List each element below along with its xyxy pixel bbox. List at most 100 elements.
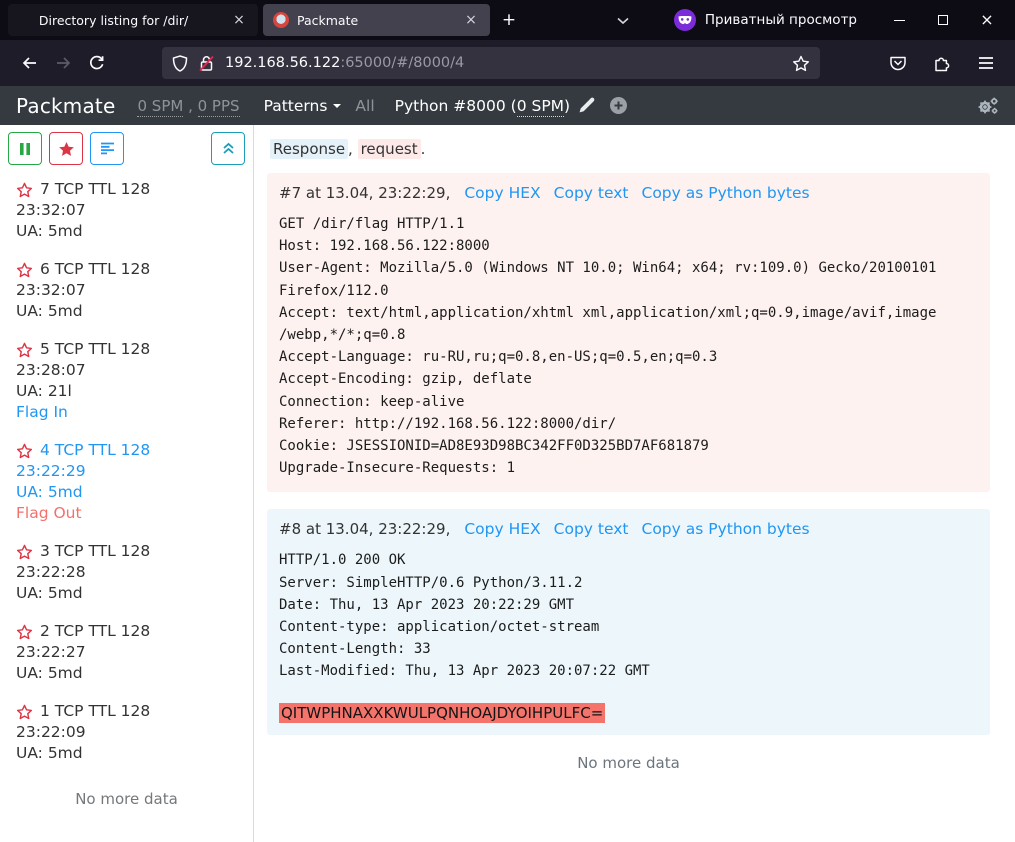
packet-time: 23:32:07: [16, 280, 247, 301]
copy-text-link[interactable]: Copy text: [554, 184, 629, 202]
back-button[interactable]: [12, 47, 46, 79]
stream-detail-panel: Response, request. #7 at 13.04, 23:22:29…: [254, 125, 1015, 842]
packet-list-item[interactable]: 7 TCP TTL 128 23:32:07 UA: 5md: [0, 171, 253, 251]
packet-ua: UA: 5md: [16, 663, 247, 684]
service-label: Python #8000 (0 SPM): [395, 97, 570, 115]
copy-hex-link[interactable]: Copy HEX: [464, 184, 540, 202]
browser-tab-bar: Directory listing for /dir/ × Packmate ×…: [0, 0, 1015, 40]
star-outline-icon[interactable]: [16, 624, 33, 640]
packet-list-item[interactable]: 1 TCP TTL 128 23:22:09 UA: 5md: [0, 693, 253, 773]
bookmark-star-icon[interactable]: [792, 55, 810, 72]
edit-service-pencil-icon[interactable]: [578, 97, 595, 114]
packet-block-response: #8 at 13.04, 23:22:29, Copy HEX Copy tex…: [267, 509, 990, 734]
all-services-link[interactable]: All: [355, 97, 374, 115]
copy-text-link[interactable]: Copy text: [554, 520, 629, 538]
pocket-icon[interactable]: [881, 47, 915, 79]
menu-hamburger-icon[interactable]: [969, 47, 1003, 79]
star-icon: [58, 141, 75, 157]
tab-close-icon[interactable]: ×: [230, 12, 248, 28]
flag-out-link[interactable]: Flag Out: [16, 503, 247, 524]
packet-ua: UA: 21l: [16, 381, 247, 402]
sidebar-toolbar: [0, 132, 253, 171]
flag-in-link[interactable]: Flag In: [16, 402, 247, 423]
packet-title: 6 TCP TTL 128: [40, 259, 150, 280]
list-icon: [100, 142, 115, 155]
url-bar[interactable]: 192.168.56.122:65000/#/8000/4: [162, 47, 820, 79]
tracking-protection-shield-icon[interactable]: [172, 55, 188, 72]
url-host: 192.168.56.122: [225, 55, 340, 71]
extensions-puzzle-icon[interactable]: [925, 47, 959, 79]
packet-title: 5 TCP TTL 128: [40, 339, 150, 360]
packet-time: 23:22:27: [16, 642, 247, 663]
pause-capture-button[interactable]: [8, 132, 42, 165]
packet-time: 23:22:29: [16, 461, 247, 482]
traffic-stats: 0 SPM , 0 PPS: [137, 97, 239, 115]
collapse-all-button[interactable]: [211, 132, 245, 165]
browser-nav-bar: 192.168.56.122:65000/#/8000/4: [0, 40, 1015, 86]
star-outline-icon[interactable]: [16, 443, 33, 459]
packmate-header: Packmate 0 SPM , 0 PPS Patterns All Pyth…: [0, 86, 1015, 125]
packet-number-timestamp: #7 at 13.04, 23:22:29,: [279, 184, 450, 202]
packet-title: 4 TCP TTL 128: [40, 440, 150, 461]
list-view-button[interactable]: [90, 132, 124, 165]
packet-list-item-selected[interactable]: 4 TCP TTL 128 23:22:29 UA: 5md Flag Out: [0, 432, 253, 533]
private-mask-icon: [674, 9, 696, 31]
star-outline-icon[interactable]: [16, 342, 33, 358]
packet-time: 23:22:09: [16, 722, 247, 743]
packet-title: 2 TCP TTL 128: [40, 621, 150, 642]
packet-time: 23:32:07: [16, 200, 247, 221]
star-outline-icon[interactable]: [16, 544, 33, 560]
list-all-tabs-chevron-down-icon[interactable]: [616, 16, 630, 25]
copy-python-bytes-link[interactable]: Copy as Python bytes: [642, 520, 810, 538]
packet-time: 23:28:07: [16, 360, 247, 381]
packet-title: 7 TCP TTL 128: [40, 179, 150, 200]
packet-number-timestamp: #8 at 13.04, 23:22:29,: [279, 520, 450, 538]
new-tab-button[interactable]: +: [494, 5, 524, 35]
packet-list-item[interactable]: 5 TCP TTL 128 23:28:07 UA: 21l Flag In: [0, 331, 253, 432]
tab-close-icon[interactable]: ×: [462, 12, 480, 28]
packet-ua: UA: 5md: [16, 583, 247, 604]
packet-list-item[interactable]: 2 TCP TTL 128 23:22:27 UA: 5md: [0, 613, 253, 693]
copy-python-bytes-link[interactable]: Copy as Python bytes: [642, 184, 810, 202]
insecure-lock-icon[interactable]: [198, 55, 215, 72]
packet-time: 23:22:28: [16, 562, 247, 583]
tab-directory-listing[interactable]: Directory listing for /dir/ ×: [8, 4, 258, 36]
window-maximize-button[interactable]: [921, 4, 965, 36]
forward-button[interactable]: [46, 47, 80, 79]
flag-match-line: QITWPHNAXXKWULPQNHOAJDYOIHPULFC=: [279, 704, 978, 722]
tab-title: Directory listing for /dir/: [39, 13, 188, 28]
packet-list-item[interactable]: 3 TCP TTL 128 23:22:28 UA: 5md: [0, 533, 253, 613]
packet-block-request: #7 at 13.04, 23:22:29, Copy HEX Copy tex…: [267, 173, 990, 492]
url-path: :65000/#/8000/4: [340, 55, 464, 71]
settings-gears-icon[interactable]: [977, 97, 999, 115]
star-outline-icon[interactable]: [16, 182, 33, 198]
packet-ua: UA: 5md: [16, 743, 247, 764]
star-outline-icon[interactable]: [16, 704, 33, 720]
add-service-plus-circle-icon[interactable]: [609, 96, 628, 115]
patterns-dropdown[interactable]: Patterns: [264, 97, 342, 115]
window-close-button[interactable]: ×: [965, 4, 1009, 36]
main-no-more-data: No more data: [267, 754, 990, 772]
flag-match-highlight: QITWPHNAXXKWULPQNHOAJDYOIHPULFC=: [279, 703, 605, 723]
tab-packmate[interactable]: Packmate ×: [263, 4, 490, 36]
star-outline-icon[interactable]: [16, 262, 33, 278]
reload-button[interactable]: [80, 47, 114, 79]
packet-sidebar: 7 TCP TTL 128 23:32:07 UA: 5md 6 TCP TTL…: [0, 125, 254, 842]
legend-response-chip: Response: [270, 139, 348, 159]
service-python-8000[interactable]: Python #8000 (0 SPM): [395, 97, 595, 115]
window-minimize-button[interactable]: [877, 4, 921, 36]
packet-title: 1 TCP TTL 128: [40, 701, 150, 722]
packet-ua: UA: 5md: [16, 301, 247, 322]
brand-packmate[interactable]: Packmate: [16, 94, 115, 118]
pps-counter: 0 PPS: [198, 97, 240, 117]
url-text: 192.168.56.122:65000/#/8000/4: [225, 55, 464, 71]
service-spm-counter: 0 SPM: [517, 97, 564, 117]
direction-legend: Response, request.: [270, 140, 990, 158]
http-response-headers: HTTP/1.0 200 OK Server: SimpleHTTP/0.6 P…: [279, 549, 978, 682]
packet-list-item[interactable]: 6 TCP TTL 128 23:32:07 UA: 5md: [0, 251, 253, 331]
favorites-filter-button[interactable]: [49, 132, 83, 165]
private-browsing-badge: Приватный просмотр: [674, 9, 857, 31]
copy-hex-link[interactable]: Copy HEX: [464, 520, 540, 538]
packet-ua: UA: 5md: [16, 482, 247, 503]
packet-block-header: #8 at 13.04, 23:22:29, Copy HEX Copy tex…: [279, 520, 978, 538]
